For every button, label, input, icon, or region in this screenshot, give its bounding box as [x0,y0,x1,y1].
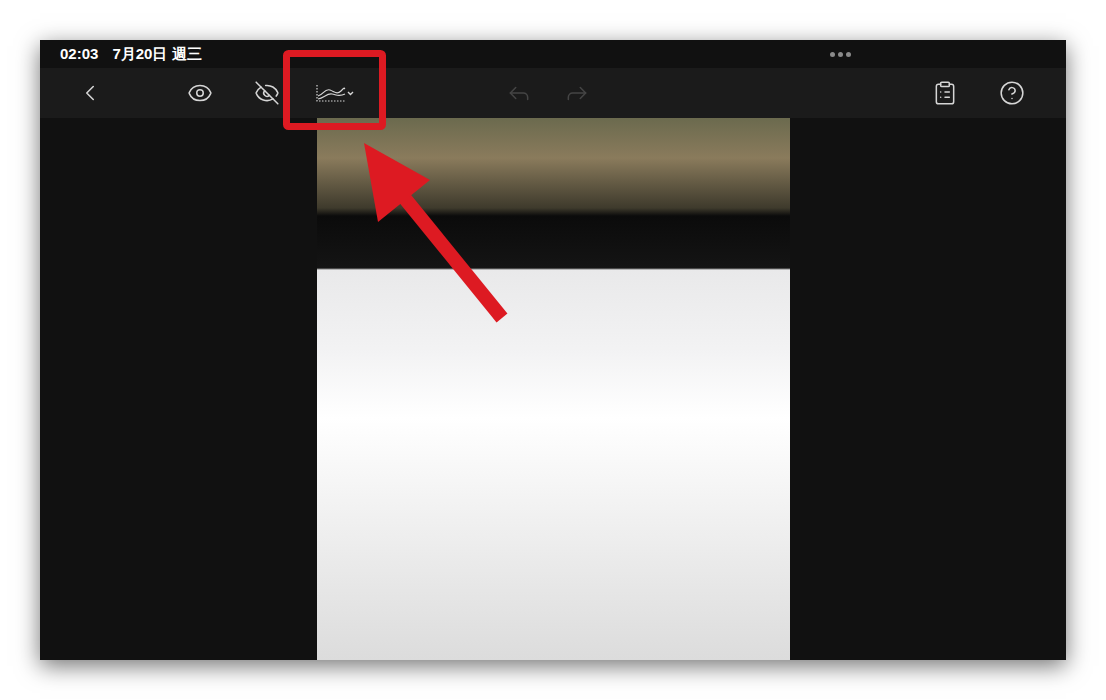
back-button-inner [68,80,112,106]
clipboard-icon [932,80,958,106]
back-button[interactable] [68,71,112,115]
status-time-date: 02:03 7月20日 週三 [60,45,820,64]
help-button[interactable] [990,71,1034,115]
eye-button[interactable] [178,71,222,115]
dot [830,52,835,57]
eye-off-icon [254,80,280,106]
eye-button-inner [178,80,222,106]
canvas-area [40,118,1066,660]
toolbar [40,68,1066,118]
eye-icon [187,80,213,106]
page: 02:03 7月20日 週三 [0,0,1106,700]
redo-icon [564,80,590,106]
redo-button-inner [555,80,599,106]
status-bar: 02:03 7月20日 週三 [40,40,1066,68]
curve-button-inner [313,82,357,104]
clipboard-button-inner [923,80,967,106]
undo-button[interactable] [497,71,541,115]
eye-off-button-inner [245,80,289,106]
multitasking-dots-icon[interactable] [820,52,860,57]
redo-button[interactable] [555,71,599,115]
help-button-inner [990,80,1034,106]
eye-off-button[interactable] [245,71,289,115]
photo[interactable] [317,118,790,660]
help-circle-icon [999,80,1025,106]
dot [846,52,851,57]
red-arrow-icon [364,143,502,318]
curve-tool-icon [315,82,355,104]
status-date: 7月20日 週三 [112,45,201,64]
app-window: 02:03 7月20日 週三 [40,40,1066,660]
highlight-box [287,54,383,127]
dot [838,52,843,57]
back-chevron-icon [77,80,103,106]
curve-button[interactable] [310,71,360,115]
annotation-overlay [0,0,1106,700]
undo-button-inner [497,80,541,106]
undo-icon [506,80,532,106]
status-time: 02:03 [60,45,98,64]
clipboard-button[interactable] [599,71,967,115]
